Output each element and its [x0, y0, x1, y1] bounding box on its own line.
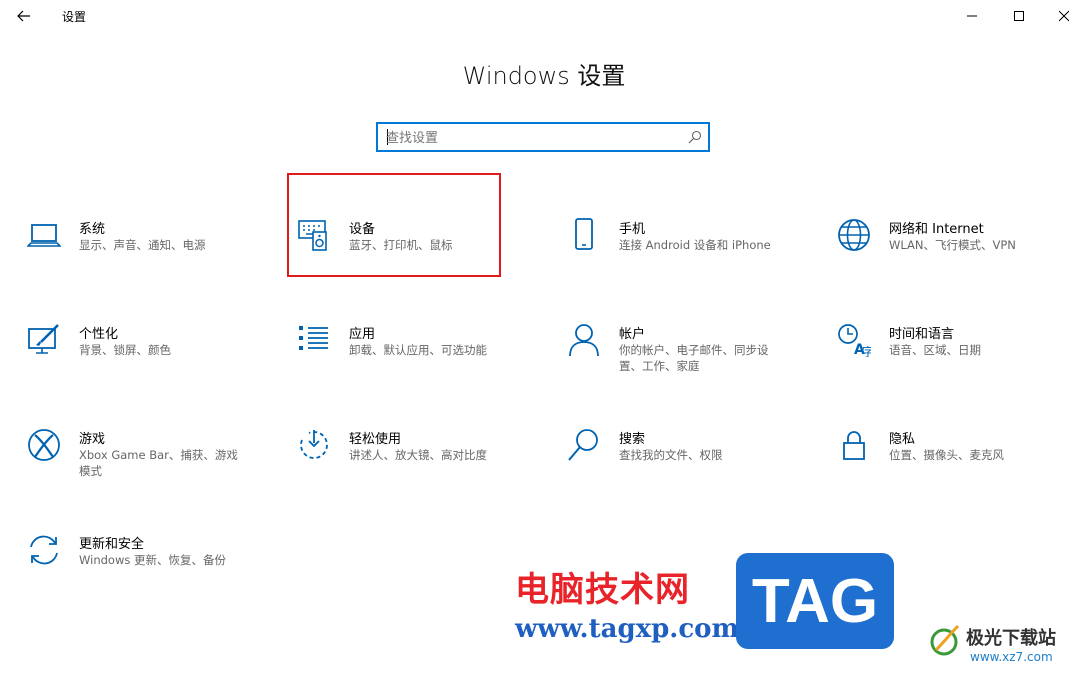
- settings-window: 设置 Windows 设置 系统 显示、声音、通知、电源: [0, 0, 1088, 674]
- maximize-button[interactable]: [996, 2, 1042, 30]
- sync-arrows-icon: [30, 535, 58, 565]
- watermark-site-url: www.xz7.com: [970, 650, 1053, 664]
- tile-name: 轻松使用: [349, 432, 402, 447]
- time-language-icon: A 字: [838, 324, 871, 357]
- ease-of-access-icon: [300, 430, 328, 459]
- page-title: Windows 设置: [462, 62, 626, 90]
- window-title: 设置: [62, 10, 87, 24]
- tile-desc: Xbox Game Bar、捕获、游戏模式: [79, 448, 238, 478]
- tile-devices[interactable]: 设备 蓝牙、打印机、鼠标: [297, 218, 547, 288]
- tile-desc: 你的帐户、电子邮件、同步设置、工作、家庭: [619, 343, 769, 373]
- title-bar: 设置: [0, 0, 1088, 32]
- back-button[interactable]: [8, 2, 40, 30]
- tile-privacy[interactable]: 隐私 位置、摄像头、麦克风: [837, 428, 1087, 498]
- laptop-icon: [27, 224, 61, 247]
- tile-desc: 语音、区域、日期: [889, 343, 981, 357]
- globe-icon: [838, 219, 870, 251]
- tile-desc: 讲述人、放大镜、高对比度: [349, 448, 487, 462]
- paintbrush-monitor-icon: [28, 324, 59, 354]
- tile-ease-of-access[interactable]: 轻松使用 讲述人、放大镜、高对比度: [297, 428, 547, 498]
- tile-name: 手机: [619, 222, 646, 237]
- tile-desc: 卸载、默认应用、可选功能: [349, 343, 487, 357]
- tile-name: 搜索: [619, 432, 646, 447]
- tile-desc: 位置、摄像头、麦克风: [889, 448, 1004, 462]
- tile-name: 应用: [349, 327, 376, 342]
- app-list-icon: [299, 326, 328, 350]
- tile-name: 隐私: [889, 432, 916, 447]
- tile-name: 时间和语言: [889, 327, 955, 342]
- tile-search[interactable]: 搜索 查找我的文件、权限: [567, 428, 817, 498]
- tile-network[interactable]: 网络和 Internet WLAN、飞行模式、VPN: [837, 218, 1087, 288]
- magnifier-icon: [568, 429, 598, 461]
- tile-name: 网络和 Internet: [889, 222, 984, 237]
- xbox-icon: [28, 429, 60, 461]
- tile-desc: Windows 更新、恢复、备份: [79, 553, 226, 567]
- close-button[interactable]: [1041, 2, 1087, 30]
- tile-desc: 显示、声音、通知、电源: [79, 238, 206, 252]
- search-input[interactable]: [386, 128, 676, 148]
- tile-desc: 蓝牙、打印机、鼠标: [349, 238, 453, 252]
- watermark-site-name: 极光下载站: [966, 628, 1056, 649]
- watermark-url: www.tagxp.com: [515, 614, 740, 644]
- tile-phone[interactable]: 手机 连接 Android 设备和 iPhone: [567, 218, 817, 288]
- tile-name: 设备: [349, 222, 376, 237]
- svg-text:字: 字: [862, 344, 871, 357]
- watermark-title: 电脑技术网: [515, 570, 690, 610]
- minimize-icon: [967, 15, 977, 17]
- tile-accounts[interactable]: 帐户 你的帐户、电子邮件、同步设置、工作、家庭: [567, 323, 817, 393]
- tile-name: 个性化: [79, 327, 119, 342]
- tile-name: 系统: [79, 222, 106, 237]
- tile-desc: WLAN、飞行模式、VPN: [889, 238, 1016, 252]
- tile-system[interactable]: 系统 显示、声音、通知、电源: [27, 218, 277, 288]
- arrow-left-icon: [17, 10, 30, 22]
- person-icon: [569, 324, 599, 357]
- minimize-button[interactable]: [949, 2, 995, 30]
- tile-time-language[interactable]: A 字 时间和语言 语音、区域、日期: [837, 323, 1087, 393]
- lock-icon: [843, 431, 865, 460]
- close-icon: [1059, 11, 1069, 21]
- phone-icon: [575, 218, 593, 250]
- watermark-tag-logo: TAG: [736, 553, 894, 649]
- tile-personalization[interactable]: 个性化 背景、锁屏、颜色: [27, 323, 277, 393]
- maximize-icon: [1014, 11, 1024, 21]
- tile-desc: 连接 Android 设备和 iPhone: [619, 238, 771, 252]
- tile-apps[interactable]: 应用 卸载、默认应用、可选功能: [297, 323, 547, 393]
- tile-name: 更新和安全: [79, 537, 145, 552]
- tile-desc: 背景、锁屏、颜色: [79, 343, 171, 357]
- tile-desc: 查找我的文件、权限: [619, 448, 723, 462]
- search-icon[interactable]: [688, 130, 702, 144]
- tile-gaming[interactable]: 游戏 Xbox Game Bar、捕获、游戏模式: [27, 428, 277, 498]
- keyboard-speaker-icon: [298, 220, 327, 251]
- watermark-site-logo: [930, 624, 960, 656]
- tile-name: 游戏: [79, 432, 106, 447]
- tile-name: 帐户: [619, 327, 646, 342]
- search-box[interactable]: [376, 122, 710, 152]
- tile-update-security[interactable]: 更新和安全 Windows 更新、恢复、备份: [27, 533, 277, 603]
